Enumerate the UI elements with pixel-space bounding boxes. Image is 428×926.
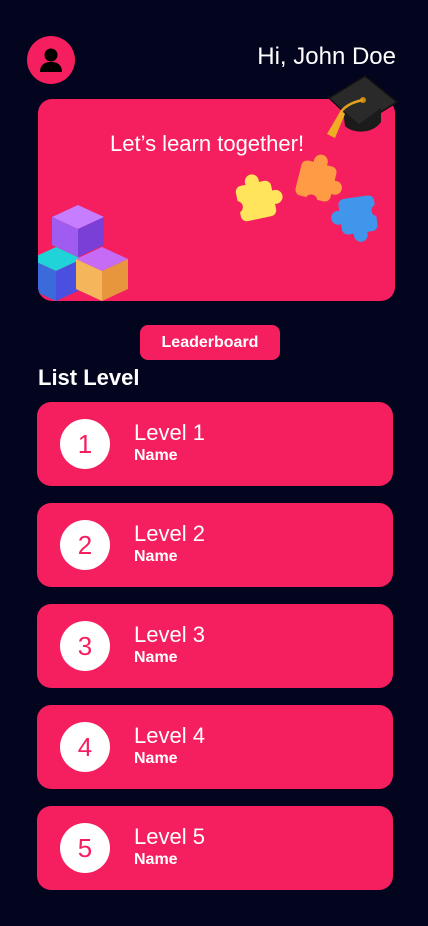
level-card-2[interactable]: 2 Level 2 Name	[37, 503, 393, 587]
level-subtitle: Name	[134, 649, 178, 666]
graduation-cap-icon	[327, 75, 399, 138]
level-subtitle: Name	[134, 851, 178, 868]
isometric-cubes-icon	[38, 205, 128, 301]
level-title: Level 2	[134, 521, 205, 546]
level-subtitle: Name	[134, 548, 178, 565]
level-card-1[interactable]: 1 Level 1 Name	[37, 402, 393, 486]
level-number-badge: 2	[60, 520, 110, 570]
level-number-badge: 3	[60, 621, 110, 671]
level-title: Level 1	[134, 420, 205, 445]
level-title: Level 5	[134, 824, 205, 849]
leaderboard-button[interactable]: Leaderboard	[140, 325, 280, 360]
level-number-badge: 1	[60, 419, 110, 469]
level-card-3[interactable]: 3 Level 3 Name	[37, 604, 393, 688]
level-number-badge: 5	[60, 823, 110, 873]
level-title: Level 3	[134, 622, 205, 647]
user-icon	[40, 48, 62, 72]
level-subtitle: Name	[134, 447, 178, 464]
level-subtitle: Name	[134, 750, 178, 767]
list-level-title: List Level	[38, 365, 140, 390]
level-title: Level 4	[134, 723, 205, 748]
level-card-5[interactable]: 5 Level 5 Name	[37, 806, 393, 890]
avatar[interactable]	[27, 36, 75, 84]
level-number-badge: 4	[60, 722, 110, 772]
puzzle-pieces-icon	[230, 154, 384, 242]
greeting-text: Hi, John Doe	[257, 43, 396, 70]
level-card-4[interactable]: 4 Level 4 Name	[37, 705, 393, 789]
